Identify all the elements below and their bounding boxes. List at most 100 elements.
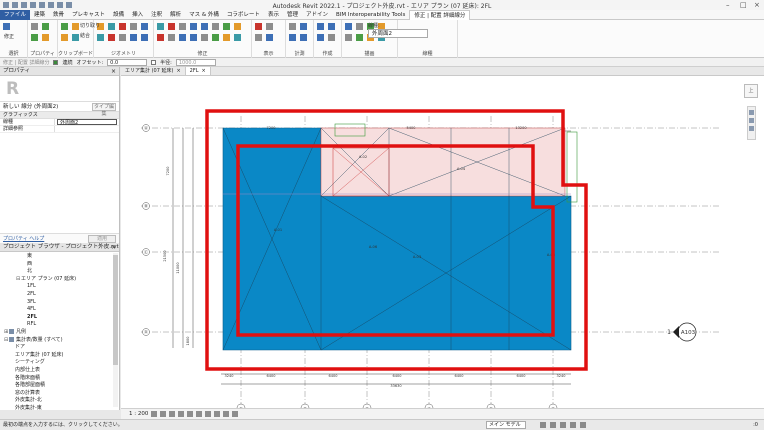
ribbon-tool-2-0-icon[interactable] (61, 23, 68, 30)
property-value[interactable]: 外周面2 (57, 119, 117, 126)
ribbon-tool-6-3-icon[interactable] (300, 34, 307, 41)
ribbon-tool-4-15-icon[interactable] (234, 34, 241, 41)
ribbon-tool-8-4-icon[interactable] (345, 34, 352, 41)
ribbon-tool-4-9-icon[interactable] (168, 34, 175, 41)
close-icon[interactable]: × (111, 243, 116, 252)
hide-isolate-icon[interactable] (214, 411, 221, 417)
close-icon[interactable]: × (111, 67, 116, 76)
ribbon-tool-7-3-icon[interactable] (328, 34, 335, 41)
apply-button[interactable]: 適用 (88, 235, 116, 243)
browser-item[interactable]: 各階部屋面積 (0, 382, 112, 390)
browser-item[interactable]: 西 (0, 261, 112, 269)
ribbon-tool-1-2-icon[interactable] (31, 34, 38, 41)
ribbon-tool-4-5-icon[interactable] (212, 23, 219, 30)
scroll-thumb[interactable] (113, 255, 118, 365)
browser-item[interactable]: 外皮集計-東 (0, 405, 112, 410)
navigation-bar[interactable] (747, 106, 756, 140)
maximize-icon[interactable]: □ (740, 1, 747, 9)
browser-item[interactable]: ドア (0, 344, 112, 352)
floor-plan[interactable]: A-01A-02A-03A-04A-05A-067200 5400 13200720… (121, 76, 764, 408)
lock-view-icon[interactable] (205, 411, 212, 417)
ribbon-tool-7-1-icon[interactable] (328, 23, 335, 30)
ribbon-tool-3-6-icon[interactable] (108, 34, 115, 41)
ribbon-tool-1-3-icon[interactable] (42, 34, 49, 41)
ribbon-tool-3-4-icon[interactable] (141, 23, 148, 30)
properties-help-link[interactable]: プロパティ ヘルプ (3, 236, 44, 242)
shadows-icon[interactable] (178, 411, 185, 417)
ribbon-tool-3-3-icon[interactable] (130, 23, 137, 30)
ribbon-tool-6-0-icon[interactable] (289, 23, 296, 30)
offset-input[interactable]: 0.0 (107, 58, 148, 66)
ribbon-tool-5-2-icon[interactable] (255, 34, 262, 41)
minimize-icon[interactable]: – (726, 1, 730, 9)
ribbon-tool-4-13-icon[interactable] (212, 34, 219, 41)
ribbon-tab-0[interactable]: ファイル (0, 9, 31, 20)
ribbon-tab-1[interactable]: 建築 (30, 10, 49, 20)
ribbon-tool-3-8-icon[interactable] (130, 34, 137, 41)
property-value[interactable] (55, 126, 119, 132)
chain-checkbox[interactable] (53, 59, 59, 65)
ribbon-tool-0-0-icon[interactable] (3, 23, 10, 30)
ribbon-tool-4-1-icon[interactable] (168, 23, 175, 30)
ribbon-tab-9[interactable]: コラボレート (223, 10, 264, 20)
browser-item[interactable]: 各階床面積 (0, 375, 112, 383)
radius-checkbox[interactable] (151, 59, 157, 65)
viewcube[interactable]: 上 (744, 84, 758, 98)
ribbon-tool-3-5-icon[interactable] (97, 34, 104, 41)
ribbon-tool-7-2-icon[interactable] (317, 34, 324, 41)
underlay-icon[interactable] (550, 422, 556, 428)
ribbon-tab-11[interactable]: 管理 (283, 10, 302, 20)
detail-level-icon[interactable] (151, 411, 158, 417)
ribbon-tool-1-0-icon[interactable] (31, 23, 38, 30)
ribbon-tab-14[interactable]: 修正 | 配置 詳細線分 (409, 9, 471, 20)
ribbon-tool-4-14-icon[interactable] (223, 34, 230, 41)
drawing-area[interactable]: A-01 A-02 A-03 A-04 A-05 A-06 7200 5400 13200 720… (121, 76, 764, 408)
ribbon-tool-4-4-icon[interactable] (201, 23, 208, 30)
pan-icon[interactable] (749, 126, 754, 131)
ribbon-tab-3[interactable]: プレキャスト (68, 10, 109, 20)
ribbon-tab-5[interactable]: 挿入 (128, 10, 147, 20)
ribbon-tool-3-7-icon[interactable] (119, 34, 126, 41)
close-icon[interactable]: × (202, 67, 206, 75)
ribbon-tool-8-0-icon[interactable] (345, 23, 352, 30)
browser-item[interactable]: ⊞ 凡例 (0, 328, 112, 337)
ribbon-tool-4-6-icon[interactable] (223, 23, 230, 30)
ribbon-tool-3-1-icon[interactable] (108, 23, 115, 30)
browser-item[interactable]: RFL (0, 321, 112, 329)
area-upper[interactable] (320, 127, 566, 197)
ribbon-tool-4-7-icon[interactable] (234, 23, 241, 30)
ribbon-tool-4-12-icon[interactable] (201, 34, 208, 41)
ribbon-tab-13[interactable]: BIM Interoperability Tools (332, 10, 409, 20)
show-crop-icon[interactable] (196, 411, 203, 417)
browser-item[interactable]: 内部仕上表 (0, 367, 112, 375)
browser-item[interactable]: 外皮集計-北 (0, 397, 112, 405)
zoom-icon[interactable] (749, 118, 754, 123)
view-tab-0[interactable]: エリア集計 (07 延床) × (121, 67, 186, 75)
instance-selector[interactable]: 新しい 線分 (外周面2) タイプ編集 (0, 102, 119, 117)
ribbon-tool-1-1-icon[interactable] (42, 23, 49, 30)
browser-item[interactable]: 東 (0, 253, 112, 261)
ribbon-tab-2[interactable]: 鉄骨 (49, 10, 68, 20)
edit-type-button[interactable]: タイプ編集 (92, 103, 116, 117)
link-icon[interactable] (540, 422, 546, 428)
browser-item[interactable]: 1FL (0, 283, 112, 291)
ribbon-tool-2-3-icon[interactable] (72, 34, 79, 41)
crop-view-icon[interactable] (187, 411, 194, 417)
browser-item[interactable]: シーティング (0, 359, 112, 367)
close-icon[interactable]: × (176, 67, 180, 75)
ribbon-tool-5-1-icon[interactable] (266, 23, 273, 30)
selection-filter-count[interactable]: :0 (753, 420, 758, 430)
sun-path-icon[interactable] (169, 411, 176, 417)
browser-item[interactable]: 2FL (0, 291, 112, 299)
ribbon-tool-5-0-icon[interactable] (255, 23, 262, 30)
ribbon-tool-2-1-icon[interactable] (72, 23, 79, 30)
ribbon-tab-7[interactable]: 解析 (166, 10, 185, 20)
ribbon-tool-2-2-icon[interactable] (61, 34, 68, 41)
ribbon-tool-8-5-icon[interactable] (356, 34, 363, 41)
ribbon-tool-6-2-icon[interactable] (289, 34, 296, 41)
visual-style-icon[interactable] (160, 411, 167, 417)
ribbon-tool-5-3-icon[interactable] (266, 34, 273, 41)
view-scale[interactable]: 1 : 200 (129, 411, 148, 417)
close-icon[interactable]: × (754, 1, 760, 9)
line-style-dropdown[interactable]: 外周面2 (368, 29, 428, 38)
